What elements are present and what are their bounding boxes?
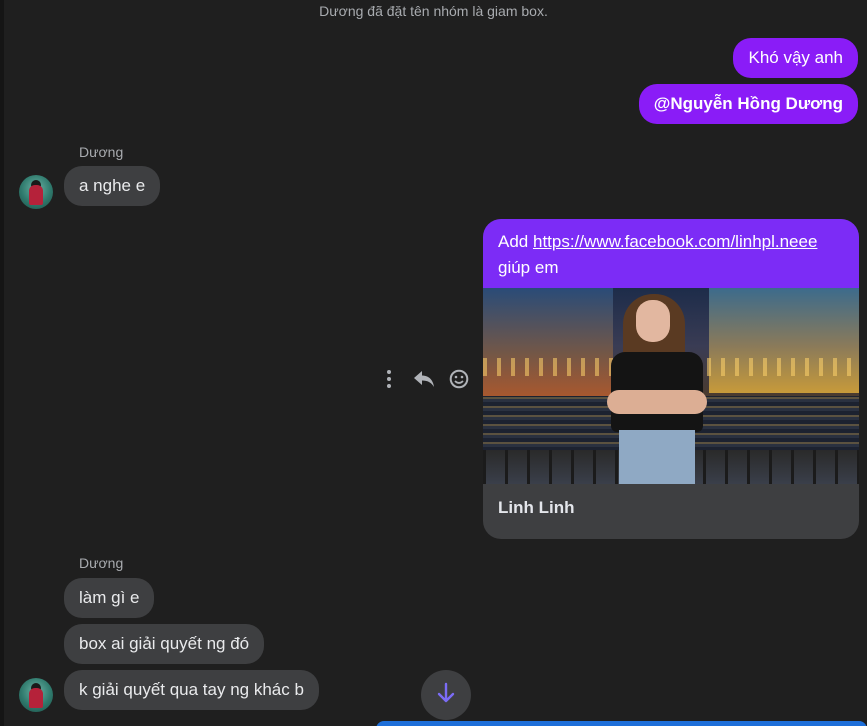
sender-name: Dương [79,555,124,571]
link-prefix: Add [498,232,533,251]
chat-thread: Dương đã đặt tên nhóm là giam box. Khó v… [0,0,867,726]
outgoing-mention-message[interactable]: @Nguyễn Hồng Dương [638,84,858,124]
emoji-react-icon[interactable] [447,367,471,391]
incoming-message[interactable]: box ai giải quyết ng đó [64,624,265,664]
link-preview-image[interactable] [483,288,859,484]
system-notification: Dương đã đặt tên nhóm là giam box. [319,3,548,19]
profile-link[interactable]: https://www.facebook.com/linhpl.neee [533,232,817,251]
link-preview-title[interactable]: Linh Linh [483,484,859,532]
link-share-message[interactable]: Add https://www.facebook.com/linhpl.neee… [483,219,859,539]
incoming-message[interactable]: a nghe e [64,166,161,206]
composer-edge [376,721,867,726]
photo-subject [603,292,713,484]
arrow-down-icon [436,682,456,709]
incoming-message[interactable]: k giải quyết qua tay ng khác b [64,670,319,710]
scroll-to-bottom-button[interactable] [421,670,471,720]
outgoing-message[interactable]: Khó vậy anh [733,38,858,78]
left-divider [0,0,4,726]
incoming-message[interactable]: làm gì e [64,578,155,618]
link-share-text: Add https://www.facebook.com/linhpl.neee… [483,219,859,288]
avatar[interactable] [19,678,53,712]
sender-name: Dương [79,144,124,160]
link-suffix: giúp em [498,258,559,277]
avatar[interactable] [19,175,53,209]
more-options-icon[interactable] [377,367,401,391]
reply-icon[interactable] [412,367,436,391]
